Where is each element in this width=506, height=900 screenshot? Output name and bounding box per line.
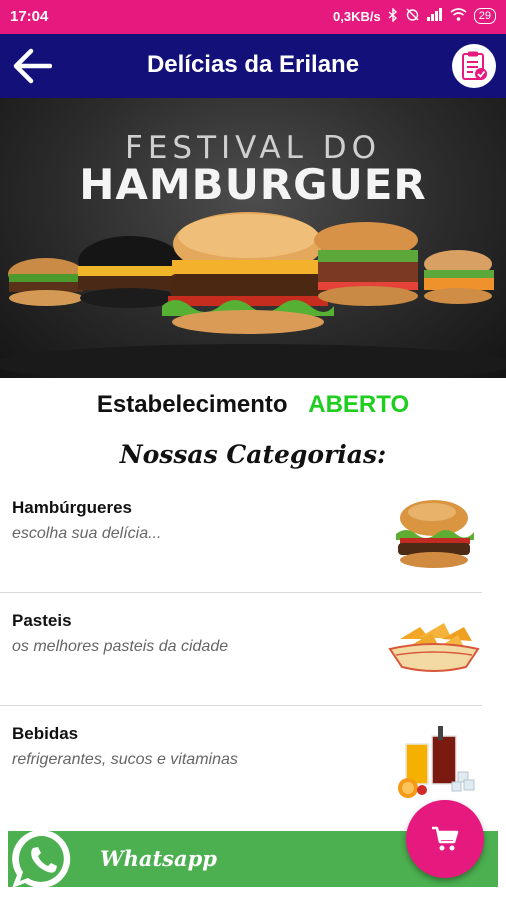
category-item-pasteis[interactable]: Pasteis os melhores pasteis da cidade bbox=[0, 593, 482, 706]
category-item-hamburgueres[interactable]: Hambúrgueres escolha sua delícia... bbox=[0, 480, 482, 593]
category-list: Hambúrgueres escolha sua delícia... Past… bbox=[0, 480, 506, 819]
category-description: refrigerantes, sucos e vitaminas bbox=[12, 751, 238, 768]
orders-button[interactable] bbox=[452, 44, 496, 88]
alarm-off-icon bbox=[405, 7, 420, 25]
shopping-cart-icon bbox=[432, 826, 459, 851]
bluetooth-icon bbox=[388, 6, 398, 25]
signal-icon bbox=[426, 8, 443, 24]
category-description: escolha sua delícia... bbox=[12, 525, 162, 542]
pastel-basket-image bbox=[388, 623, 480, 672]
hamburger-image bbox=[396, 500, 474, 568]
category-name: Hambúrgueres bbox=[12, 498, 132, 517]
clipboard-check-icon bbox=[462, 51, 487, 80]
promo-banner: FESTIVAL DO HAMBURGUER bbox=[0, 98, 506, 378]
establishment-label: Estabelecimento bbox=[96, 391, 288, 418]
status-time: 17:04 bbox=[10, 8, 49, 25]
category-item-bebidas[interactable]: Bebidas refrigerantes, sucos e vitaminas bbox=[0, 706, 482, 819]
app-title: Delícias da Erilane bbox=[146, 51, 360, 78]
category-description: os melhores pasteis da cidade bbox=[12, 638, 229, 655]
category-name: Pasteis bbox=[12, 611, 72, 630]
categories-heading: Nossas Categorias: bbox=[119, 440, 387, 469]
category-name: Bebidas bbox=[12, 724, 79, 743]
wifi-icon bbox=[450, 8, 467, 24]
drinks-image bbox=[398, 726, 475, 798]
battery-indicator: 29 bbox=[473, 8, 496, 24]
network-speed: 0,3KB/s bbox=[333, 8, 381, 24]
establishment-status: Estabelecimento ABERTO bbox=[0, 391, 506, 419]
app-bar: Delícias da Erilane bbox=[0, 34, 506, 98]
status-indicators: 0,3KB/s 29 bbox=[333, 6, 496, 25]
cart-fab-button[interactable] bbox=[406, 800, 484, 878]
whatsapp-label: Whatsapp bbox=[100, 846, 217, 871]
burgers-image bbox=[0, 212, 506, 378]
open-status-badge: ABERTO bbox=[308, 391, 410, 418]
whatsapp-icon bbox=[12, 829, 71, 888]
status-bar: 17:04 0,3KB/s 29 bbox=[0, 0, 506, 34]
